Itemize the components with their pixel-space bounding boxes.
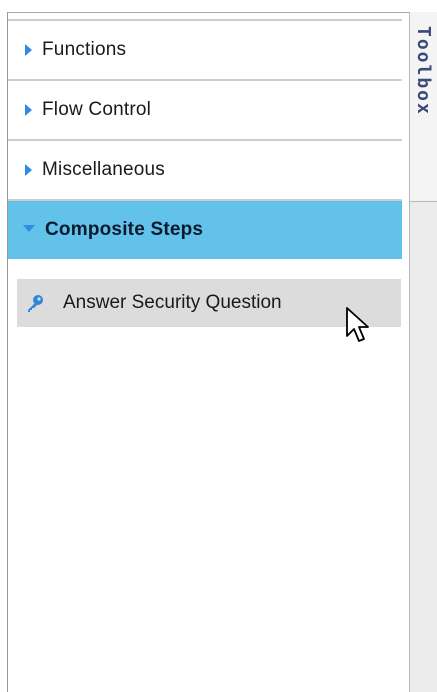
step-item-label: Answer Security Question xyxy=(63,292,282,313)
toolbox-tab-label: Toolbox xyxy=(413,26,434,116)
category-label: Flow Control xyxy=(42,99,152,120)
collapse-arrow-icon xyxy=(23,224,35,232)
expand-arrow-icon xyxy=(25,164,32,176)
category-composite-steps[interactable]: Composite Steps xyxy=(8,201,402,259)
step-item-answer-security-question[interactable]: Answer Security Question xyxy=(17,279,401,327)
category-flow-control[interactable]: Flow Control xyxy=(8,81,402,141)
mouse-pointer-icon xyxy=(346,307,369,342)
expand-arrow-icon xyxy=(25,104,32,116)
toolbox-panel: Functions Flow Control Miscellaneous Com… xyxy=(8,13,409,692)
key-icon xyxy=(28,295,43,312)
expand-arrow-icon xyxy=(25,44,32,56)
category-functions[interactable]: Functions xyxy=(8,21,402,81)
category-label: Composite Steps xyxy=(45,219,204,240)
category-label: Miscellaneous xyxy=(42,159,165,180)
side-tab-strip: Toolbox xyxy=(409,12,437,692)
category-label: Functions xyxy=(42,39,127,60)
category-miscellaneous[interactable]: Miscellaneous xyxy=(8,141,402,201)
toolbox-tab[interactable]: Toolbox xyxy=(410,12,437,202)
